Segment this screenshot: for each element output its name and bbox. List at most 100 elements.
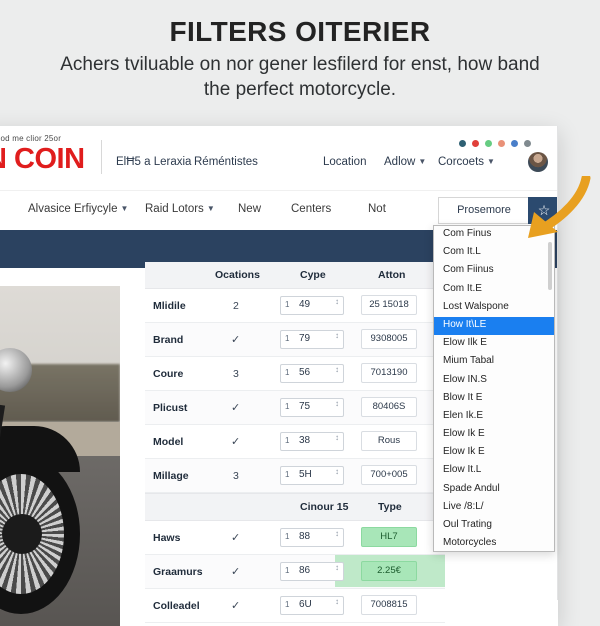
table-row[interactable]: Coure 3 1 56 ↕ 7013190 bbox=[145, 357, 445, 391]
check-icon[interactable]: ✓ bbox=[231, 565, 240, 578]
stepper-prefix: 1 bbox=[285, 566, 290, 575]
table-row[interactable]: Mlidile 2 1 49 ↕ 25 15018 bbox=[145, 289, 445, 323]
column-header-2: Atton bbox=[378, 269, 406, 281]
stepper-prefix: 1 bbox=[285, 300, 290, 309]
check-icon[interactable]: ✓ bbox=[231, 435, 240, 448]
stepper-arrows-icon[interactable]: ↕ bbox=[335, 298, 339, 306]
avatar[interactable] bbox=[528, 152, 548, 172]
quantity-stepper[interactable]: 1 38 ↕ bbox=[280, 432, 344, 451]
value-field[interactable]: 7008815 bbox=[361, 595, 417, 615]
stepper-value: 38 bbox=[299, 435, 311, 446]
dropdown-item[interactable]: Elow Ik E bbox=[434, 426, 554, 444]
chevron-down-icon: ▼ bbox=[487, 157, 495, 166]
subnav-item-3[interactable]: New bbox=[238, 203, 261, 215]
value-field[interactable]: 9308005 bbox=[361, 329, 417, 349]
subnav-item-1[interactable]: Alvasice Erfiycyle ▼ bbox=[28, 203, 128, 215]
table-row[interactable]: Colleadel ✓ 1 6U ↕ 7008815 bbox=[145, 589, 445, 623]
search-input[interactable]: Prosemore bbox=[438, 197, 530, 224]
value-field[interactable]: Rous bbox=[361, 431, 417, 451]
value-field[interactable]: 25 15018 bbox=[361, 295, 417, 315]
nav-link-3-label: Adlow bbox=[384, 156, 416, 168]
dropdown-item[interactable]: Elow Ilk E bbox=[434, 335, 554, 353]
nav-link-0[interactable]: ElĦ5 a Leraxia bbox=[116, 156, 191, 168]
check-icon[interactable]: ✓ bbox=[231, 599, 240, 612]
dropdown-item[interactable]: Com Fiinus bbox=[434, 262, 554, 280]
table-row[interactable]: Brand ✓ 1 79 ↕ 9308005 bbox=[145, 323, 445, 357]
stepper-value: 75 bbox=[299, 401, 311, 412]
dropdown-item[interactable]: Blow It E bbox=[434, 390, 554, 408]
quantity-stepper[interactable]: 1 56 ↕ bbox=[280, 364, 344, 383]
value-field[interactable]: 80406S bbox=[361, 397, 417, 417]
quantity-stepper[interactable]: 1 5H ↕ bbox=[280, 466, 344, 485]
table-row[interactable]: Model ✓ 1 38 ↕ Rous bbox=[145, 425, 445, 459]
nav-link-0-label: ElĦ5 a Leraxia bbox=[116, 156, 192, 168]
table-row[interactable]: Haws ✓ 1 88 ↕ HL7 bbox=[145, 521, 445, 555]
quantity-stepper[interactable]: 1 86 ↕ bbox=[280, 562, 344, 581]
subnav-item-2[interactable]: Raid Lotors ▼ bbox=[145, 203, 215, 215]
filters-table: Ocations Cype Atton Mlidile 2 1 49 ↕ 25 15018… bbox=[145, 262, 445, 626]
quantity-stepper[interactable]: 1 75 ↕ bbox=[280, 398, 344, 417]
row-label: Coure bbox=[153, 368, 184, 380]
stepper-arrows-icon[interactable]: ↕ bbox=[335, 598, 339, 606]
quantity-stepper[interactable]: 1 79 ↕ bbox=[280, 330, 344, 349]
quantity-stepper[interactable]: 1 6U ↕ bbox=[280, 596, 344, 615]
stepper-arrows-icon[interactable]: ↕ bbox=[335, 366, 339, 374]
quantity-stepper[interactable]: 1 88 ↕ bbox=[280, 528, 344, 547]
status-dot-4 bbox=[511, 140, 518, 147]
orange-arrow-icon bbox=[528, 176, 591, 238]
stepper-arrows-icon[interactable]: ↕ bbox=[335, 434, 339, 442]
page-subtitle: Achers tviluable on nor gener lesfilerd … bbox=[60, 54, 540, 100]
table-row[interactable]: Graamurs ✓ 1 86 ↕ 2.25€ bbox=[145, 555, 445, 589]
nav-link-3[interactable]: Adlow ▼ bbox=[384, 156, 426, 168]
value-field[interactable]: 700+005 bbox=[361, 465, 417, 485]
subnav-item-3-label: New bbox=[238, 203, 262, 215]
quantity-stepper[interactable]: 1 49 ↕ bbox=[280, 296, 344, 315]
nav-link-2[interactable]: Location bbox=[323, 156, 366, 168]
table-row[interactable]: Plicust ✓ 1 75 ↕ 80406S bbox=[145, 391, 445, 425]
stepper-prefix: 1 bbox=[285, 532, 290, 541]
status-dot-group bbox=[459, 134, 537, 152]
dropdown-item[interactable]: Mium Tabal bbox=[434, 353, 554, 371]
stepper-arrows-icon[interactable]: ↕ bbox=[335, 564, 339, 572]
stepper-arrows-icon[interactable]: ↕ bbox=[335, 530, 339, 538]
dropdown-item[interactable]: Spade Andul bbox=[434, 481, 554, 499]
status-dot-3 bbox=[498, 140, 505, 147]
check-icon[interactable]: ✓ bbox=[231, 401, 240, 414]
dropdown-item[interactable]: Live /8:L/ bbox=[434, 499, 554, 517]
table-row[interactable]: Millage 3 1 5H ↕ 700+005 bbox=[145, 459, 445, 493]
dropdown-menu[interactable]: Com Finus Com It.L Com Fiinus Com It.E Lost … bbox=[433, 225, 555, 552]
stepper-value: 86 bbox=[299, 565, 311, 576]
dropdown-item[interactable]: Oul Trating bbox=[434, 517, 554, 535]
subnav-item-4[interactable]: Centers bbox=[291, 203, 331, 215]
row-label: Millage bbox=[153, 470, 189, 482]
row-count: 3 bbox=[233, 368, 239, 380]
dropdown-scrollbar[interactable] bbox=[548, 242, 552, 290]
status-dot-2 bbox=[485, 140, 492, 147]
nav-link-1-label: Réméntistes bbox=[194, 156, 258, 168]
nav-link-1[interactable]: Réméntistes bbox=[194, 156, 258, 168]
dropdown-list: Com Finus Com It.L Com Fiinus Com It.E Lost … bbox=[434, 226, 554, 551]
subnav-item-2-label: Raid Lotors bbox=[145, 203, 204, 215]
dropdown-item[interactable]: Elow It.L bbox=[434, 462, 554, 480]
stepper-arrows-icon[interactable]: ↕ bbox=[335, 400, 339, 408]
nav-link-4[interactable]: Corcoets ▼ bbox=[438, 156, 495, 168]
dropdown-item[interactable]: Motorcycles bbox=[434, 535, 554, 551]
check-icon[interactable]: ✓ bbox=[231, 531, 240, 544]
logo-divider bbox=[101, 140, 102, 174]
dropdown-item[interactable]: Com It.E bbox=[434, 281, 554, 299]
status-badge[interactable]: 2.25€ bbox=[361, 561, 417, 581]
stepper-prefix: 1 bbox=[285, 402, 290, 411]
stepper-arrows-icon[interactable]: ↕ bbox=[335, 468, 339, 476]
stepper-arrows-icon[interactable]: ↕ bbox=[335, 332, 339, 340]
status-badge[interactable]: HL7 bbox=[361, 527, 417, 547]
dropdown-item[interactable]: Lost Walspone bbox=[434, 299, 554, 317]
value-field[interactable]: 7013190 bbox=[361, 363, 417, 383]
dropdown-item[interactable]: Elow Ik E bbox=[434, 444, 554, 462]
dropdown-item[interactable]: Com It.L bbox=[434, 244, 554, 262]
check-icon[interactable]: ✓ bbox=[231, 333, 240, 346]
dropdown-item[interactable]: How It\LE bbox=[434, 316, 554, 336]
status-dot-0 bbox=[459, 140, 466, 147]
dropdown-item[interactable]: Elow IN.S bbox=[434, 372, 554, 390]
subnav-item-5[interactable]: Not bbox=[368, 203, 386, 215]
dropdown-item[interactable]: Elen Ik.E bbox=[434, 408, 554, 426]
